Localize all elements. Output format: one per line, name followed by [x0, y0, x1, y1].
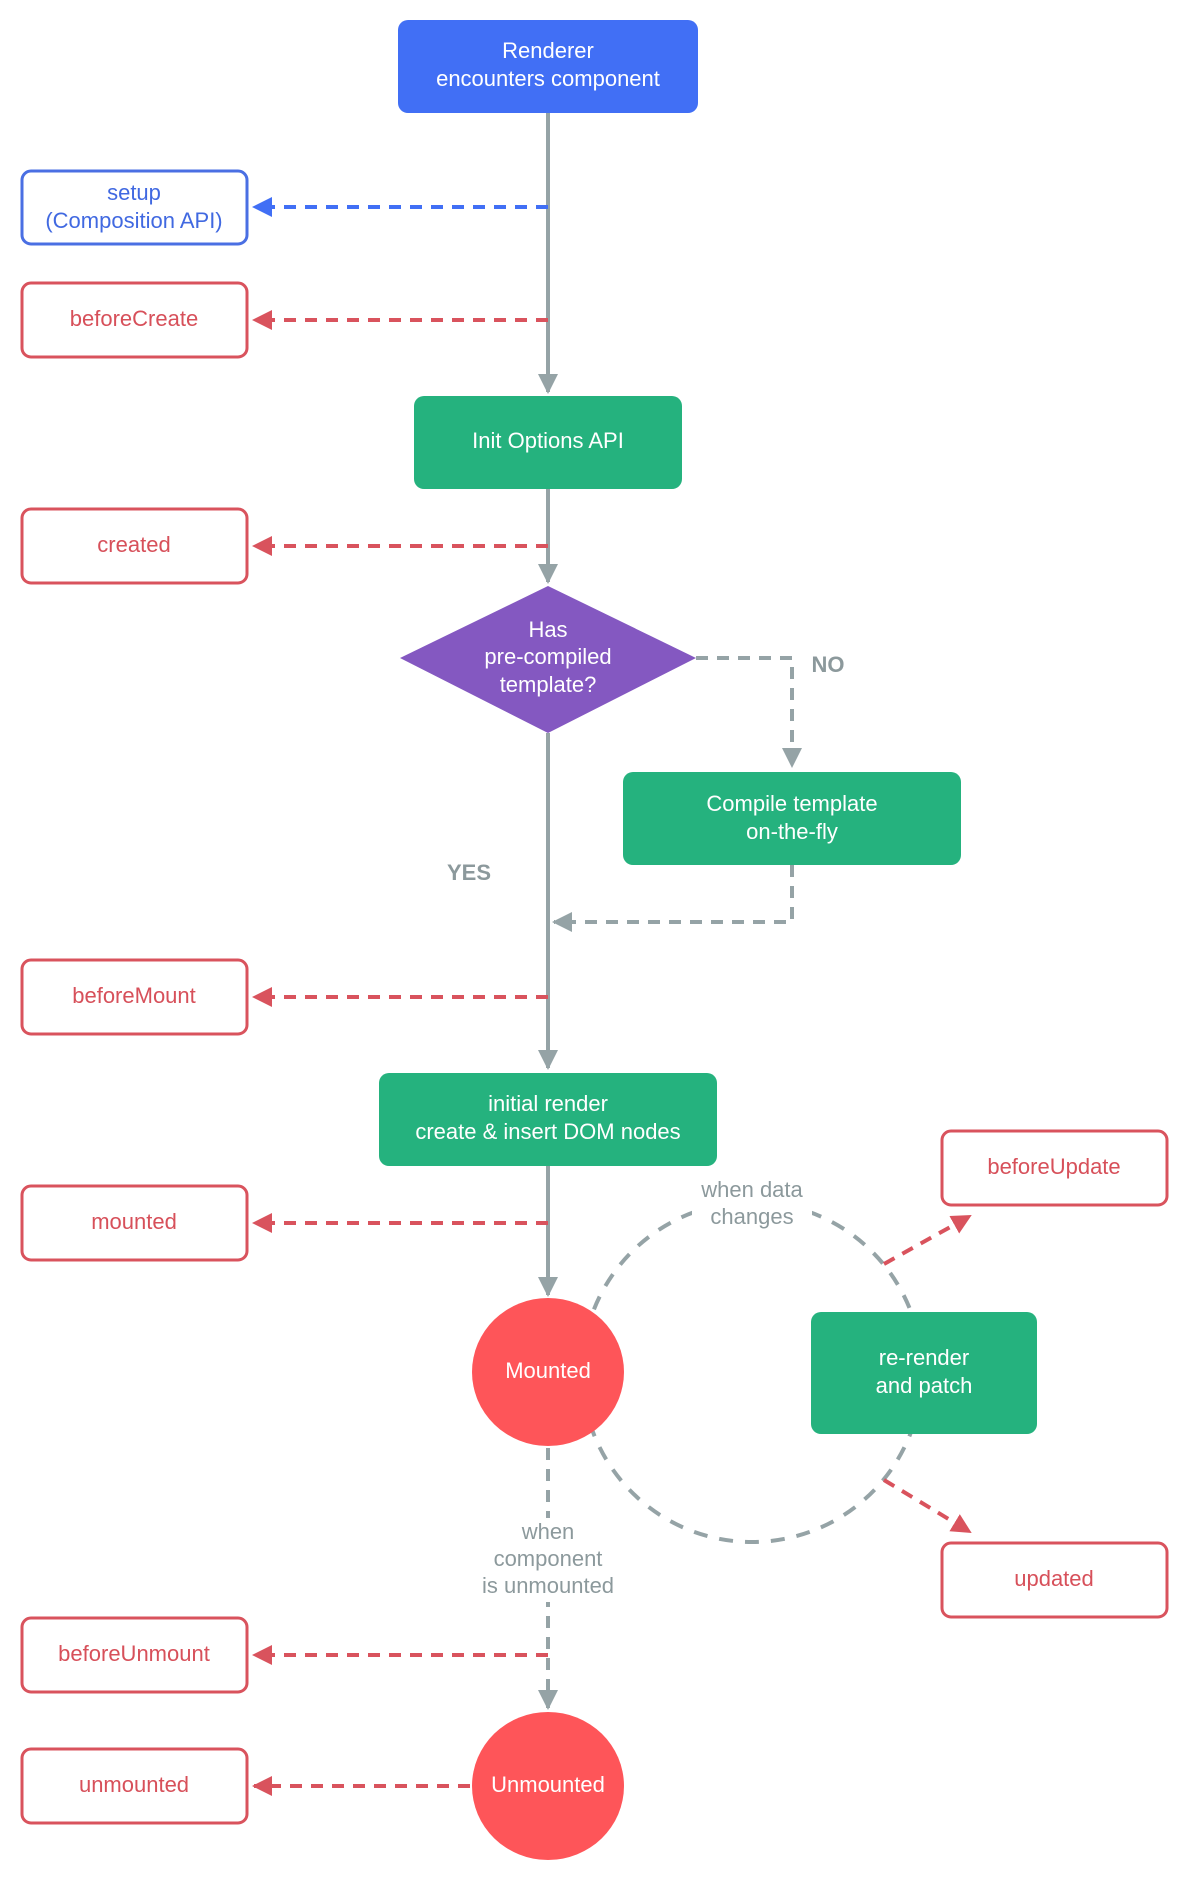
unmount-label-line2: component — [494, 1546, 603, 1571]
hook-unmounted-label: unmounted — [79, 1772, 189, 1797]
hook-mounted-label: mounted — [91, 1209, 177, 1234]
data-changes-label-line1: when data — [700, 1177, 803, 1202]
compile-return-line — [552, 865, 794, 932]
compile-template-node: Compile template on-the-fly — [623, 772, 961, 865]
init-options-node: Init Options API — [414, 396, 682, 489]
hook-created: created — [20, 507, 249, 585]
init-options-label: Init Options API — [472, 428, 624, 453]
hook-beforeMount-label: beforeMount — [72, 983, 196, 1008]
decision-label-line1: Has — [528, 617, 567, 642]
hook-setup: setup (Composition API) — [20, 169, 249, 246]
initial-render-label-line2: create & insert DOM nodes — [415, 1119, 680, 1144]
hook-beforeUpdate: beforeUpdate — [940, 1129, 1169, 1207]
renderer-label-line2: encounters component — [436, 66, 660, 91]
hook-updated-label: updated — [1014, 1566, 1094, 1591]
data-changes-label-line2: changes — [710, 1204, 793, 1229]
hook-beforeCreate: beforeCreate — [20, 281, 249, 359]
unmount-label-line1: when — [521, 1519, 575, 1544]
compile-label-line1: Compile template — [706, 791, 877, 816]
initial-render-node: initial render create & insert DOM nodes — [379, 1073, 717, 1166]
decision-label-line2: pre-compiled — [484, 644, 611, 669]
hook-beforeUnmount-label: beforeUnmount — [58, 1641, 210, 1666]
renderer-node: Renderer encounters component — [398, 20, 698, 113]
unmount-label-line3: is unmounted — [482, 1573, 614, 1598]
unmounted-node: Unmounted — [472, 1712, 624, 1860]
mounted-label: Mounted — [505, 1358, 591, 1383]
decision-label-line3: template? — [500, 672, 597, 697]
lifecycle-diagram: Renderer encounters component Init Optio… — [20, 20, 1169, 1860]
hook-beforeMount: beforeMount — [20, 958, 249, 1036]
hook-updated: updated — [940, 1541, 1169, 1619]
hook-unmounted: unmounted — [20, 1747, 249, 1825]
hook-beforeUpdate-label: beforeUpdate — [987, 1154, 1120, 1179]
hook-beforeUnmount: beforeUnmount — [20, 1616, 249, 1694]
rerender-label-line1: re-render — [879, 1345, 969, 1370]
hook-created-label: created — [97, 532, 170, 557]
mounted-node: Mounted — [472, 1298, 624, 1446]
hook-arrow-beforeUpdate — [883, 1214, 972, 1266]
hook-beforeCreate-label: beforeCreate — [70, 306, 198, 331]
no-label: NO — [812, 652, 845, 677]
no-branch-line — [696, 656, 802, 768]
hook-mounted: mounted — [20, 1184, 249, 1262]
decision-node: Has pre-compiled template? — [400, 586, 696, 733]
unmounted-label: Unmounted — [491, 1772, 605, 1797]
hook-arrow-updated — [882, 1478, 972, 1534]
rerender-node: re-render and patch — [811, 1312, 1037, 1434]
renderer-label-line1: Renderer — [502, 38, 594, 63]
rerender-label-line2: and patch — [876, 1373, 973, 1398]
yes-label: YES — [447, 860, 491, 885]
hook-setup-line1: setup — [107, 180, 161, 205]
compile-label-line2: on-the-fly — [746, 819, 838, 844]
initial-render-label-line1: initial render — [488, 1091, 608, 1116]
hook-setup-line2: (Composition API) — [45, 208, 222, 233]
